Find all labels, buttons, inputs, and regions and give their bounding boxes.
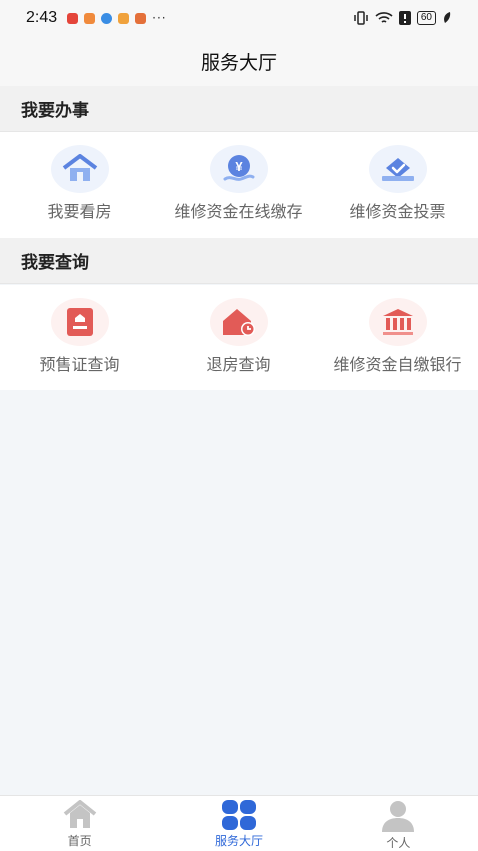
vote-box-icon — [368, 145, 427, 193]
alert-icon — [398, 11, 411, 25]
home-icon — [63, 800, 96, 828]
certificate-icon — [50, 298, 109, 346]
self-pay-bank-button[interactable]: 维修资金自缴银行 — [318, 285, 477, 390]
bottom-tab-bar: 首页 服务大厅 个人 — [0, 795, 478, 851]
bank-icon — [368, 298, 427, 346]
notification-message-icon — [84, 12, 96, 24]
status-time: 2:43 — [26, 9, 58, 26]
tab-label: 个人 — [386, 836, 411, 850]
view-house-button[interactable]: 我要看房 — [0, 132, 159, 238]
section-title: 我要查询 — [21, 253, 89, 273]
status-right: 60 — [353, 11, 452, 25]
user-icon — [382, 801, 415, 832]
vibrate-icon — [354, 11, 368, 25]
tab-service-hall[interactable]: 服务大厅 — [159, 796, 318, 851]
tab-personal[interactable]: 个人 — [319, 796, 478, 851]
item-label: 维修资金投票 — [349, 202, 446, 221]
checkout-query-button[interactable]: 退房查询 — [159, 285, 318, 390]
leaf-icon — [444, 12, 451, 23]
tab-home[interactable]: 首页 — [0, 796, 159, 851]
battery-indicator: 60 — [416, 11, 436, 25]
section-header-services: 我要办事 — [0, 86, 478, 132]
more-notifications-icon: ··· — [152, 11, 167, 25]
item-label: 维修资金自缴银行 — [333, 355, 462, 374]
item-label: 我要看房 — [47, 202, 112, 221]
tab-label: 服务大厅 — [214, 834, 263, 848]
item-label: 预售证查询 — [39, 355, 120, 374]
item-label: 维修资金在线缴存 — [174, 202, 303, 221]
item-label: 退房查询 — [206, 355, 271, 374]
grid-icon — [221, 800, 256, 830]
status-left: 2:43 ··· — [26, 9, 167, 27]
notification-app-icon — [67, 12, 79, 24]
online-deposit-button[interactable]: ¥ 维修资金在线缴存 — [159, 132, 318, 238]
status-bar: 2:43 ··· 60 — [0, 0, 478, 36]
section-title: 我要办事 — [21, 101, 89, 121]
wifi-icon — [375, 12, 393, 23]
house-clock-icon — [209, 298, 268, 346]
page-header: 服务大厅 — [0, 36, 478, 87]
tab-label: 首页 — [67, 834, 92, 848]
services-grid: 我要看房 ¥ 维修资金在线缴存 维修资金投票 — [0, 132, 478, 238]
queries-grid: 预售证查询 退房查询 维修资金自缴银行 — [0, 285, 478, 390]
page-title: 服务大厅 — [200, 51, 277, 74]
notification-browser-icon — [101, 12, 113, 24]
notification-book-icon — [118, 12, 130, 24]
notification-reader-icon — [135, 12, 147, 24]
house-icon — [50, 145, 109, 193]
yuan-payment-icon: ¥ — [209, 145, 268, 193]
section-header-queries: 我要查询 — [0, 238, 478, 284]
svg-text:¥: ¥ — [235, 159, 243, 174]
fund-vote-button[interactable]: 维修资金投票 — [318, 132, 477, 238]
presale-permit-query-button[interactable]: 预售证查询 — [0, 285, 159, 390]
